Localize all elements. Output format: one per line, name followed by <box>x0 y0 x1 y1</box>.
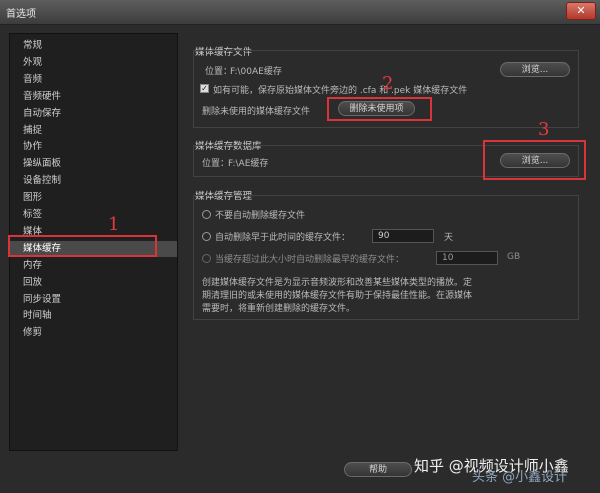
cache-files-location-value: F:\00AE缓存 <box>230 67 282 77</box>
days-unit-label: 天 <box>444 233 454 243</box>
window-title: 首选项 <box>6 9 36 20</box>
title-bar: 首选项 ✕ <box>0 0 600 25</box>
cache-files-browse-button[interactable]: 浏览... <box>500 62 570 77</box>
cache-size-gb-input[interactable]: 10 <box>436 251 498 265</box>
annotation-box-3 <box>483 140 586 180</box>
cache-db-location-value: F:\AE缓存 <box>228 159 269 169</box>
mgmt-description-line-3: 需要时，将重新创建删除的缓存文件。 <box>202 304 356 314</box>
sidebar-item-1[interactable]: 外观 <box>10 55 177 71</box>
sidebar-item-9[interactable]: 图形 <box>10 190 177 206</box>
watermark-toutiao: 头条 @小鑫设计 <box>472 470 568 485</box>
sidebar-item-6[interactable]: 协作 <box>10 139 177 155</box>
annotation-box-1 <box>8 235 157 257</box>
cache-db-location-label: 位置： <box>202 159 230 169</box>
sidebar-item-14[interactable]: 回放 <box>10 275 177 291</box>
close-icon: ✕ <box>576 4 586 17</box>
sidebar-item-0[interactable]: 常规 <box>10 38 177 54</box>
radio-delete-older-than-label: 自动删除早于此时间的缓存文件： <box>215 233 351 243</box>
annotation-box-2 <box>327 97 432 121</box>
sidebar-item-7[interactable]: 操纵面板 <box>10 156 177 172</box>
mgmt-description-line-2: 期清理旧的或未使用的媒体缓存文件有助于保持最佳性能。在源媒体 <box>202 291 473 301</box>
older-than-days-input[interactable]: 90 <box>372 229 434 243</box>
sidebar-item-15[interactable]: 同步设置 <box>10 292 177 308</box>
gb-unit-label: GB <box>507 252 521 262</box>
help-button[interactable]: 帮助 <box>344 462 412 477</box>
cache-files-location-label: 位置： <box>205 67 233 77</box>
save-beside-originals-label: 如有可能，保存原始媒体文件旁边的 .cfa 和 .pek 媒体缓存文件 <box>213 86 468 96</box>
sidebar-item-17[interactable]: 修剪 <box>10 325 177 341</box>
sidebar-item-5[interactable]: 捕捉 <box>10 123 177 139</box>
annotation-number-1: 1 <box>108 214 120 235</box>
radio-no-auto-delete[interactable] <box>202 210 211 219</box>
sidebar-item-4[interactable]: 自动保存 <box>10 106 177 122</box>
sidebar-item-2[interactable]: 音频 <box>10 72 177 88</box>
sidebar-item-3[interactable]: 音频硬件 <box>10 89 177 105</box>
annotation-number-2: 2 <box>382 73 394 94</box>
sidebar-item-8[interactable]: 设备控制 <box>10 173 177 189</box>
delete-unused-label: 删除未使用的媒体缓存文件 <box>202 107 311 117</box>
sidebar-item-16[interactable]: 时间轴 <box>10 308 177 324</box>
radio-delete-older-than[interactable] <box>202 232 211 241</box>
close-button[interactable]: ✕ <box>566 2 596 20</box>
sidebar-item-10[interactable]: 标签 <box>10 207 177 223</box>
save-beside-originals-checkbox[interactable]: ✓ <box>200 84 209 93</box>
radio-delete-over-size[interactable] <box>202 254 211 263</box>
radio-delete-over-size-label: 当缓存超过此大小时自动删除最早的缓存文件： <box>215 255 405 265</box>
checkmark-icon: ✓ <box>201 84 208 93</box>
radio-no-auto-delete-label: 不要自动删除缓存文件 <box>215 211 306 221</box>
annotation-number-3: 3 <box>538 119 550 140</box>
mgmt-description-line-1: 创建媒体缓存文件是为显示音频波形和改善某些媒体类型的播放。定 <box>202 278 473 288</box>
sidebar-item-13[interactable]: 内存 <box>10 258 177 274</box>
